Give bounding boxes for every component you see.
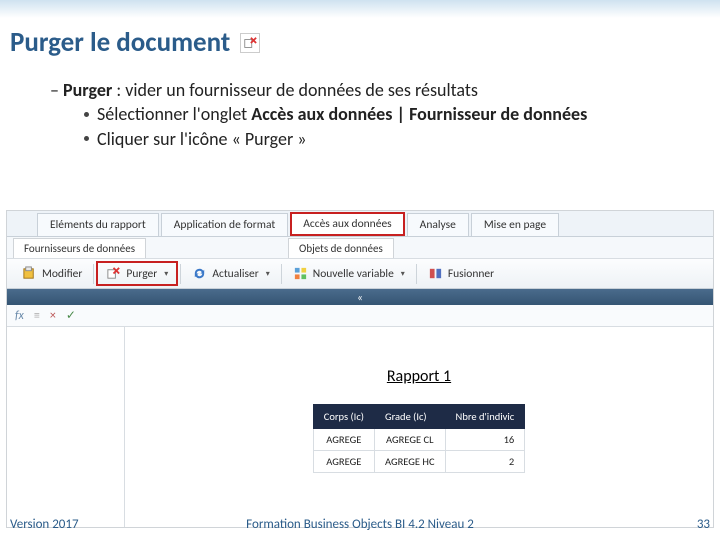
- bullet-icon: [84, 136, 89, 141]
- caret-icon: ▾: [164, 269, 168, 279]
- caret-icon: ▾: [401, 269, 405, 279]
- fusionner-button[interactable]: Fusionner: [419, 262, 503, 285]
- bold-purger: Purger: [63, 79, 112, 101]
- tab-layout[interactable]: Mise en page: [471, 213, 559, 236]
- actualiser-label: Actualiser: [212, 267, 258, 281]
- sub-tab-row: Fournisseurs de données Objets de donnée…: [7, 237, 713, 259]
- cell: AGREGE: [313, 451, 374, 473]
- table-row: AGREGE AGREGE CL 16: [313, 429, 525, 451]
- title-row: Purger le document: [10, 26, 260, 59]
- footer-version: Version 2017: [10, 517, 79, 532]
- footer-center: Formation Business Objects BI 4.2 Niveau…: [246, 517, 474, 532]
- subtab-data-providers[interactable]: Fournisseurs de données: [13, 238, 146, 258]
- tab-data-access[interactable]: Accès aux données: [290, 212, 404, 236]
- footer: Version 2017 Formation Business Objects …: [0, 517, 720, 532]
- dash: –: [50, 79, 63, 101]
- report-canvas: Rapport 1 Corps (Ic) Grade (Ic) Nbre d'i…: [125, 327, 713, 527]
- toolbar-sep: [180, 264, 181, 284]
- actualiser-button[interactable]: Actualiser ▾: [183, 262, 278, 285]
- app-screenshot-panel: Eléments du rapport Application de forma…: [6, 210, 714, 528]
- col-header: Nbre d'indivic: [445, 405, 525, 429]
- fusionner-label: Fusionner: [448, 267, 494, 281]
- cell: AGREGE HC: [374, 451, 445, 473]
- col-header: Corps (Ic): [313, 405, 374, 429]
- cell: AGREGE CL: [374, 429, 445, 451]
- content-row: Rapport 1 Corps (Ic) Grade (Ic) Nbre d'i…: [7, 327, 713, 527]
- purger-label: Purger: [126, 267, 157, 281]
- chevron-left-icon: «: [357, 291, 363, 304]
- col-header: Grade (Ic): [374, 405, 445, 429]
- toolbar-sep: [281, 264, 282, 284]
- caret-icon: ▾: [266, 269, 270, 279]
- variable-icon: [293, 266, 308, 281]
- merge-icon: [428, 266, 443, 281]
- sub1b: Accès aux données | Fournisseur de donné…: [251, 103, 587, 125]
- formula-bar[interactable]: fx ≡ × ✓: [7, 305, 713, 327]
- footer-page: 33: [697, 517, 710, 532]
- table-row: AGREGE AGREGE HC 2: [313, 451, 525, 473]
- toolbar: Modifier Purger ▾ Actualiser ▾ Nouvelle …: [7, 259, 713, 289]
- data-table: Corps (Ic) Grade (Ic) Nbre d'indivic AGR…: [313, 404, 526, 473]
- toolbar-sep: [93, 264, 94, 284]
- fx-label: fx: [15, 309, 24, 323]
- nouvelle-variable-button[interactable]: Nouvelle variable ▾: [284, 262, 414, 285]
- top-gradient: [0, 0, 720, 18]
- toolbar-sep: [416, 264, 417, 284]
- purger-icon: [106, 266, 121, 281]
- refresh-icon: [192, 266, 207, 281]
- fx-confirm-icon[interactable]: ✓: [66, 308, 76, 323]
- cell: 2: [445, 451, 525, 473]
- modifier-button[interactable]: Modifier: [13, 262, 91, 285]
- main-tab-row: Eléments du rapport Application de forma…: [7, 211, 713, 237]
- slide-title: Purger le document: [10, 26, 230, 59]
- modifier-label: Modifier: [42, 267, 82, 281]
- cell: AGREGE: [313, 429, 374, 451]
- report-title: Rapport 1: [387, 367, 451, 386]
- body-text: – Purger : vider un fournisseur de donné…: [32, 78, 690, 151]
- tab-elements[interactable]: Eléments du rapport: [37, 213, 159, 236]
- nouvelle-var-label: Nouvelle variable: [313, 267, 394, 281]
- bullet-icon: [84, 112, 89, 117]
- sub2: Cliquer sur l'icône « Purger »: [97, 128, 307, 150]
- subtab-data-objects[interactable]: Objets de données: [288, 238, 394, 258]
- fx-cancel-icon[interactable]: ×: [50, 309, 56, 323]
- rest1: : vider un fournisseur de données de ses…: [112, 79, 478, 101]
- modifier-icon: [22, 266, 37, 281]
- purge-icon: [240, 33, 260, 53]
- tab-analysis[interactable]: Analyse: [407, 213, 469, 236]
- fx-sep: ≡: [34, 309, 40, 323]
- collapse-bar[interactable]: «: [7, 289, 713, 305]
- left-report-strip: [7, 327, 125, 527]
- purger-button[interactable]: Purger ▾: [96, 261, 178, 286]
- tab-format[interactable]: Application de format: [161, 213, 288, 236]
- cell: 16: [445, 429, 525, 451]
- sub1a: Sélectionner l'onglet: [97, 103, 251, 125]
